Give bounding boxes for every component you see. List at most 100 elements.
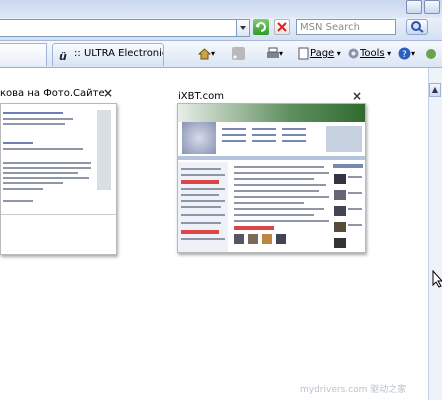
thumb-line xyxy=(3,162,91,164)
thumb-line xyxy=(234,172,329,174)
thumb-line xyxy=(181,194,219,196)
site-favicon-icon: ü xyxy=(59,49,67,63)
thumb-line xyxy=(234,178,314,180)
thumb-line xyxy=(348,192,362,194)
thumb-line xyxy=(234,214,314,216)
thumb-image xyxy=(234,234,244,244)
thumb-line xyxy=(234,196,329,198)
print-button[interactable]: ▾ xyxy=(266,46,283,62)
thumb-image xyxy=(334,222,346,232)
thumb-line xyxy=(348,224,362,226)
thumb-line xyxy=(3,200,33,202)
thumb-red-link xyxy=(181,180,219,184)
tools-menu[interactable]: Tools ▾ xyxy=(347,46,391,62)
thumb-line xyxy=(3,177,89,179)
close-quick-tab-2-button[interactable]: × xyxy=(352,89,362,103)
minimize-button[interactable] xyxy=(406,0,422,14)
stop-button[interactable] xyxy=(274,19,290,35)
thumb-image xyxy=(262,234,272,244)
home-icon xyxy=(198,47,211,59)
research-icon xyxy=(426,48,436,59)
thumb-line xyxy=(181,214,225,216)
thumb-line xyxy=(252,140,276,142)
thumb-line xyxy=(3,172,78,174)
quick-tab-thumbnail-1[interactable] xyxy=(0,103,117,255)
thumb-image xyxy=(334,206,346,216)
refresh-button[interactable] xyxy=(253,19,269,35)
thumb-line xyxy=(252,128,276,130)
thumb-line xyxy=(3,112,63,114)
watermark-text: mydrivers.com 驱动之家 xyxy=(300,385,407,395)
printer-icon xyxy=(267,47,279,58)
tab-quick-tabs[interactable] xyxy=(0,43,47,66)
thumb-line xyxy=(252,134,276,136)
thumb-line xyxy=(222,140,246,142)
thumb-line xyxy=(181,206,221,208)
search-input[interactable]: MSN Search xyxy=(296,19,396,35)
page-menu-label: Page xyxy=(310,48,335,59)
thumb-line xyxy=(3,142,33,144)
thumb-line xyxy=(348,176,362,178)
address-input[interactable] xyxy=(0,19,237,37)
maximize-button[interactable] xyxy=(424,0,440,14)
search-icon xyxy=(411,21,424,33)
help-icon: ? xyxy=(398,47,411,60)
thumb-line xyxy=(3,167,91,169)
page-icon xyxy=(298,47,309,59)
thumb-image xyxy=(334,238,346,248)
thumb-line xyxy=(3,118,73,120)
thumb-red-link xyxy=(181,230,219,234)
thumb-image xyxy=(276,234,286,244)
page-menu[interactable]: Page ▾ xyxy=(297,46,341,62)
thumb-line xyxy=(234,166,324,168)
thumb-line xyxy=(3,188,43,190)
thumb-line xyxy=(348,208,362,210)
thumb-line xyxy=(181,238,225,240)
thumb-image xyxy=(248,234,258,244)
search-button[interactable] xyxy=(406,19,428,35)
feeds-button[interactable] xyxy=(232,46,245,62)
thumb-line xyxy=(282,140,306,142)
vertical-scrollbar[interactable] xyxy=(428,68,442,400)
quick-tab-title-1: кова на Фото.Сайте xyxy=(0,88,105,99)
tools-menu-label: Tools xyxy=(360,48,385,59)
refresh-icon xyxy=(256,22,266,32)
thumb-line xyxy=(181,222,221,224)
thumb-red-link xyxy=(234,226,274,230)
thumb-line xyxy=(181,168,221,170)
thumb-line xyxy=(234,220,329,222)
chevron-down-icon xyxy=(240,26,246,30)
thumb-line xyxy=(234,184,326,186)
thumb-line xyxy=(222,128,246,130)
stop-icon xyxy=(277,22,287,32)
research-button[interactable] xyxy=(424,46,437,62)
thumb-header xyxy=(178,104,365,122)
mouse-cursor-icon xyxy=(432,270,442,288)
thumb-image xyxy=(334,190,346,200)
tab-ultra-electronic[interactable]: ü :: ULTRA Electronic... xyxy=(52,43,164,66)
svg-text:?: ? xyxy=(402,50,407,60)
thumb-right-header xyxy=(333,164,363,168)
ixbt-logo-icon xyxy=(182,122,216,154)
thumb-line xyxy=(3,148,83,150)
address-dropdown-button[interactable] xyxy=(236,19,250,37)
gear-icon xyxy=(348,48,359,58)
quick-tab-thumbnail-2[interactable] xyxy=(177,103,366,253)
thumb-line xyxy=(181,188,225,190)
thumb-line xyxy=(234,208,324,210)
thumb-line xyxy=(282,134,306,136)
thumb-line xyxy=(234,190,319,192)
rss-icon xyxy=(232,46,245,60)
help-button[interactable]: ? ▾ xyxy=(398,46,415,62)
thumb-line xyxy=(3,182,63,184)
thumb-sidebar xyxy=(97,110,111,190)
scroll-up-button[interactable]: ▲ xyxy=(429,83,441,97)
thumb-menu xyxy=(178,156,365,160)
thumb-divider xyxy=(1,214,116,215)
close-quick-tab-1-button[interactable]: × xyxy=(103,86,113,100)
thumb-line xyxy=(222,134,246,136)
thumb-line xyxy=(181,174,225,176)
thumb-line xyxy=(234,202,304,204)
thumb-banner xyxy=(326,126,362,152)
home-button[interactable]: ▾ xyxy=(198,46,215,62)
